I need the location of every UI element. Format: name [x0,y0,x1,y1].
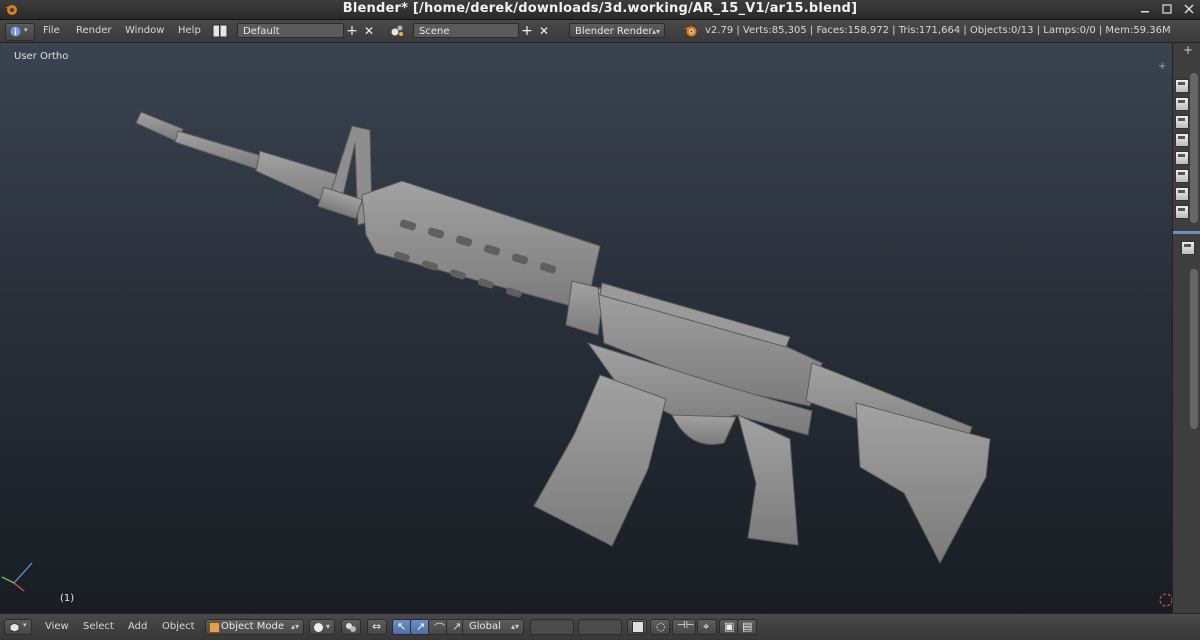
close-icon[interactable]: ✕ [362,24,376,38]
move-arrow-icon: ↖ [397,620,407,633]
plus-icon[interactable]: + [1183,43,1193,57]
menu-add[interactable]: Add [128,621,147,632]
3d-viewport[interactable]: User Ortho + (1) [0,43,1172,613]
properties-strip: + [1172,43,1200,613]
screen-layout-field[interactable]: Default [237,23,344,38]
plus-icon[interactable]: + [520,24,534,38]
menu-help[interactable]: Help [178,25,201,36]
menu-view[interactable]: View [45,621,69,632]
3d-cursor-icon [1159,593,1172,607]
handguard [361,180,601,311]
menu-render[interactable]: Render [76,25,112,36]
scale-arrow-icon: ↗ [452,620,462,633]
close-icon[interactable]: ✕ [537,24,551,38]
menu-file[interactable]: File [43,25,60,36]
render-animation-button[interactable]: ▤ [737,619,757,635]
window-titlebar: Blender* [/home/derek/downloads/3d.worki… [0,0,1200,20]
plus-icon[interactable]: + [345,24,359,38]
render-tab-icon[interactable] [1175,79,1189,93]
pistol-grip [737,414,799,546]
transform-arrows-icon: ⇔ [372,620,382,633]
properties-scrollbar[interactable] [1190,269,1198,429]
pivot-point-button[interactable] [341,619,361,635]
axis-gizmo-icon [1,562,33,592]
proportional-icon: ◌ [656,620,666,633]
close-window-icon[interactable] [1182,2,1196,16]
solid-shading-icon [314,623,323,632]
object-tab-icon[interactable] [1175,151,1189,165]
ar15-model[interactable] [0,43,1172,613]
modifiers-tab-icon[interactable] [1175,187,1189,201]
world-tab-icon[interactable] [1175,133,1189,147]
properties-editor-icon[interactable] [1181,241,1195,255]
scene-tab-icon[interactable] [1175,115,1189,129]
barrel [174,130,263,171]
menu-window[interactable]: Window [125,25,164,36]
frame-number: (1) [60,593,75,604]
minimize-icon[interactable] [1138,2,1152,16]
layer-lock-icon [632,621,644,633]
translate-manipulator-button[interactable]: ↖ [392,619,412,635]
layer-buttons-group-1[interactable] [530,619,574,635]
layers-tab-icon[interactable] [1175,97,1189,111]
editor-type-button[interactable]: ▾ [5,23,35,41]
rotate-manipulator-button[interactable]: ↗ [410,619,430,635]
cube-editor-icon [9,622,20,633]
lock-layers-button[interactable] [627,619,647,635]
transform-orientation-label: Global [469,621,501,632]
scene-statistics: v2.79 | Verts:85,305 | Faces:158,972 | T… [705,25,1171,36]
blender-logo-icon [684,26,697,37]
constraints-tab-icon[interactable] [1175,169,1189,183]
rotate-arrow-icon: ↗ [416,620,426,633]
manipulator-toggle[interactable]: ⇔ [367,619,387,635]
snap-element-icon: ⌖ [703,620,710,633]
view3d-header: ▾ View Select Add Object Object Mode ▴▾ … [0,613,1200,640]
transform-orientation-dropdown[interactable]: Global ▴▾ [462,619,524,635]
sight-base [317,186,363,220]
info-editor-icon [10,26,21,37]
snap-icon: ⊣⊢ [677,620,695,631]
info-header: ▾ File Render Window Help Default + ✕ Sc… [0,20,1200,43]
magazine [533,374,667,547]
snap-element-button[interactable]: ⌖ [697,619,717,635]
outliner-scrollbar[interactable] [1190,73,1198,223]
menu-object[interactable]: Object [162,621,195,632]
curve-icon: ⌒ [434,622,445,635]
screen-layout-icon[interactable] [212,24,228,38]
render-engine-label: Blender Render [575,26,653,37]
camera-icon: ▣ [724,620,735,633]
mode-label: Object Mode [221,621,284,632]
data-tab-icon[interactable] [1175,205,1189,219]
scene-field[interactable]: Scene [413,23,519,38]
render-engine-dropdown[interactable]: Blender Render ▴▾ [569,23,665,38]
viewport-shading-dropdown[interactable]: ▾ [309,619,335,635]
object-mode-icon [209,622,220,633]
menu-select[interactable]: Select [83,621,114,632]
window-title: Blender* [/home/derek/downloads/3d.worki… [342,1,858,16]
area-divider[interactable] [1173,231,1200,234]
proportional-edit-button[interactable]: ◌ [650,619,670,635]
maximize-icon[interactable] [1160,2,1174,16]
curve-manipulator-button[interactable]: ⌒ [428,619,448,635]
editor-type-button[interactable]: ▾ [4,619,32,635]
snap-button[interactable]: ⊣⊢ [672,619,696,635]
pivot-icon [346,623,356,632]
trigger-guard [671,414,737,445]
scene-icon[interactable] [389,23,407,39]
layer-buttons-group-2[interactable] [578,619,622,635]
film-icon: ▤ [742,620,753,633]
render-image-button[interactable]: ▣ [719,619,739,635]
mode-dropdown[interactable]: Object Mode ▴▾ [205,619,304,635]
